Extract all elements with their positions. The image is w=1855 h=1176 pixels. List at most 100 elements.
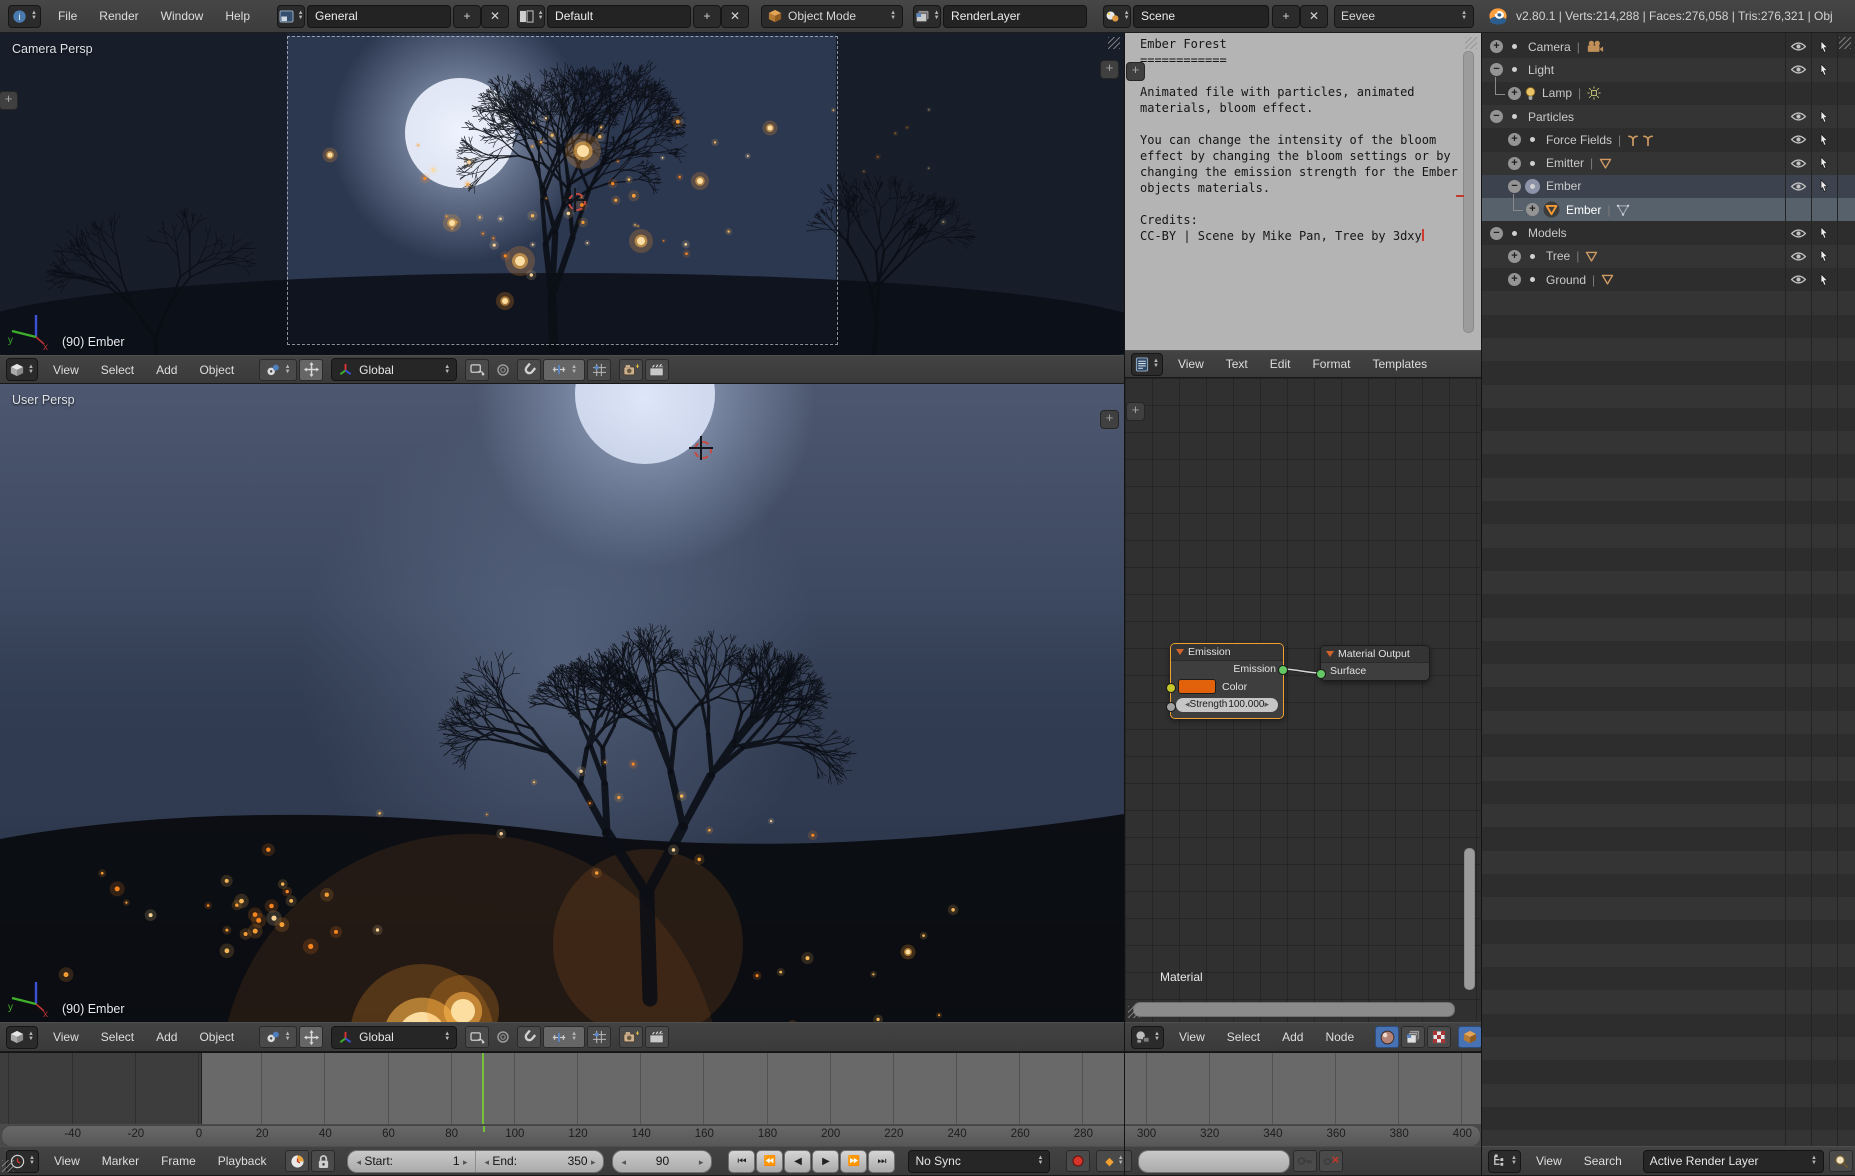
keying-set-field[interactable] — [1138, 1150, 1290, 1173]
sequencer-button[interactable] — [645, 359, 669, 381]
snap-toggle-button[interactable] — [517, 359, 541, 381]
insert-keyframe-button[interactable] — [1293, 1150, 1317, 1172]
pivot-point-dropdown[interactable]: ▲▼ — [259, 1026, 297, 1048]
editor-type-button-info[interactable]: i ▲▼ — [8, 5, 41, 28]
end-frame-field[interactable]: End: 350 — [476, 1151, 603, 1172]
proportional-edit-button[interactable] — [491, 359, 515, 381]
outliner-filter-dropdown[interactable]: Active Render Layer▲▼ — [1643, 1150, 1824, 1173]
outliner-row[interactable] — [1482, 454, 1855, 477]
menu-render[interactable]: Render — [88, 9, 149, 23]
menu-view[interactable]: View — [42, 363, 90, 377]
close-scene-button[interactable]: ✕ — [1300, 5, 1328, 28]
menu-view[interactable]: View — [43, 1154, 91, 1168]
render-layer-icon-button[interactable]: ▲▼ — [913, 5, 941, 28]
outliner-item-label[interactable]: Force Fields — [1546, 133, 1612, 147]
shader-type-world-button[interactable] — [1401, 1026, 1425, 1048]
editor-type-button-outliner[interactable]: ▲▼ — [1488, 1150, 1521, 1173]
corner-grip[interactable] — [1108, 37, 1120, 49]
next-keyframe-button[interactable]: ⏩ — [840, 1150, 867, 1173]
hide-toggle[interactable] — [1786, 221, 1810, 244]
outliner-row[interactable] — [1482, 827, 1855, 850]
outliner-row[interactable]: +Emitter| — [1482, 152, 1855, 175]
layout-name-field[interactable]: Default — [547, 5, 691, 28]
collapse-icon[interactable]: − — [1490, 110, 1503, 123]
expand-icon[interactable]: + — [1526, 203, 1539, 216]
timeline-tracks[interactable] — [0, 1052, 1481, 1124]
selectable-toggle[interactable] — [1812, 128, 1836, 151]
outliner-row[interactable]: −Particles — [1482, 105, 1855, 128]
outliner-row[interactable] — [1482, 781, 1855, 804]
menu-select[interactable]: Select — [90, 1030, 145, 1044]
outliner-row[interactable] — [1482, 967, 1855, 990]
outliner-row[interactable] — [1482, 315, 1855, 338]
surface-input-socket[interactable] — [1316, 669, 1326, 679]
selectable-toggle[interactable] — [1812, 175, 1836, 198]
menu-view[interactable]: View — [1167, 357, 1215, 371]
outliner-row[interactable] — [1482, 478, 1855, 501]
outliner-row[interactable] — [1482, 338, 1855, 361]
outliner-row[interactable] — [1482, 524, 1855, 547]
prev-keyframe-button[interactable]: ⏪ — [756, 1150, 783, 1173]
selectable-toggle[interactable] — [1812, 105, 1836, 128]
outliner-row[interactable] — [1482, 990, 1855, 1013]
toolbar-expand-button[interactable]: + — [0, 91, 18, 110]
menu-search[interactable]: Search — [1573, 1154, 1633, 1168]
hide-toggle[interactable] — [1786, 128, 1810, 151]
outliner-row[interactable] — [1482, 594, 1855, 617]
transform-gizmo-button[interactable] — [299, 1026, 323, 1048]
menu-format[interactable]: Format — [1301, 357, 1361, 371]
outliner-row[interactable] — [1482, 1060, 1855, 1083]
outliner-row[interactable] — [1482, 851, 1855, 874]
menu-view[interactable]: View — [42, 1030, 90, 1044]
jump-to-end-button[interactable]: ⏭ — [868, 1150, 895, 1173]
workspace-name-field[interactable]: General — [307, 5, 451, 28]
playhead[interactable] — [482, 1052, 484, 1124]
outliner-item-label[interactable]: Light — [1528, 63, 1554, 77]
sidebar-expand-button[interactable]: + — [1100, 60, 1119, 79]
menu-frame[interactable]: Frame — [150, 1154, 207, 1168]
strength-input-socket[interactable] — [1166, 702, 1176, 712]
outliner-row[interactable]: +Lamp| — [1482, 82, 1855, 105]
selectable-toggle[interactable] — [1812, 245, 1836, 268]
falloff-dropdown[interactable]: ▲▼ — [543, 359, 585, 381]
corner-grip[interactable] — [1465, 37, 1477, 49]
outliner-row[interactable] — [1482, 408, 1855, 431]
outliner-row[interactable] — [1482, 664, 1855, 687]
outliner-row[interactable] — [1482, 734, 1855, 757]
use-nodes-pin-button[interactable] — [1458, 1026, 1482, 1048]
outliner-item-label[interactable]: Tree — [1546, 249, 1570, 263]
corner-grip[interactable] — [2, 1160, 14, 1172]
material-output-node[interactable]: Material Output Surface — [1320, 645, 1430, 681]
render-engine-dropdown[interactable]: Eevee▲▼ — [1334, 5, 1474, 28]
sidebar-expand-button[interactable]: + — [1100, 410, 1119, 429]
texted-expand-button[interactable]: + — [1126, 62, 1145, 81]
orientation-dropdown[interactable]: Global▲▼ — [331, 1026, 457, 1049]
scene-name-field[interactable]: Scene — [1133, 5, 1269, 28]
collapse-icon[interactable] — [1176, 649, 1184, 655]
hide-toggle[interactable] — [1786, 58, 1810, 81]
snap-element-button[interactable] — [587, 359, 611, 381]
outliner-item-label[interactable]: Models — [1528, 226, 1567, 240]
outliner-row[interactable] — [1482, 385, 1855, 408]
orientation-dropdown[interactable]: Global▲▼ — [331, 358, 457, 381]
outliner-row[interactable] — [1482, 687, 1855, 710]
viewport-camera[interactable]: Camera Persp y x (90) Ember — [0, 33, 1124, 355]
outliner-row[interactable] — [1482, 757, 1855, 780]
menu-help[interactable]: Help — [214, 9, 261, 23]
timeline-ruler[interactable]: -40-200204060801001201401601802002202402… — [1, 1125, 1481, 1147]
menu-node[interactable]: Node — [1314, 1030, 1365, 1044]
close-layout-button[interactable]: ✕ — [721, 5, 749, 28]
snap-element-button[interactable] — [587, 1026, 611, 1048]
shader-type-object-button[interactable] — [1375, 1026, 1399, 1048]
menu-select[interactable]: Select — [90, 363, 145, 377]
outliner-row[interactable] — [1482, 920, 1855, 943]
editor-type-button-text[interactable]: ▲▼ — [1131, 353, 1163, 376]
outliner-row[interactable]: +Ground| — [1482, 268, 1855, 291]
menu-add[interactable]: Add — [1271, 1030, 1314, 1044]
outliner-row[interactable] — [1482, 1014, 1855, 1037]
outliner-item-label[interactable]: Ground — [1546, 273, 1586, 287]
play-button[interactable]: ▶ — [812, 1150, 839, 1173]
material-output-node-header[interactable]: Material Output — [1321, 646, 1429, 663]
add-scene-button[interactable]: + — [1272, 5, 1300, 28]
menu-add[interactable]: Add — [145, 1030, 188, 1044]
